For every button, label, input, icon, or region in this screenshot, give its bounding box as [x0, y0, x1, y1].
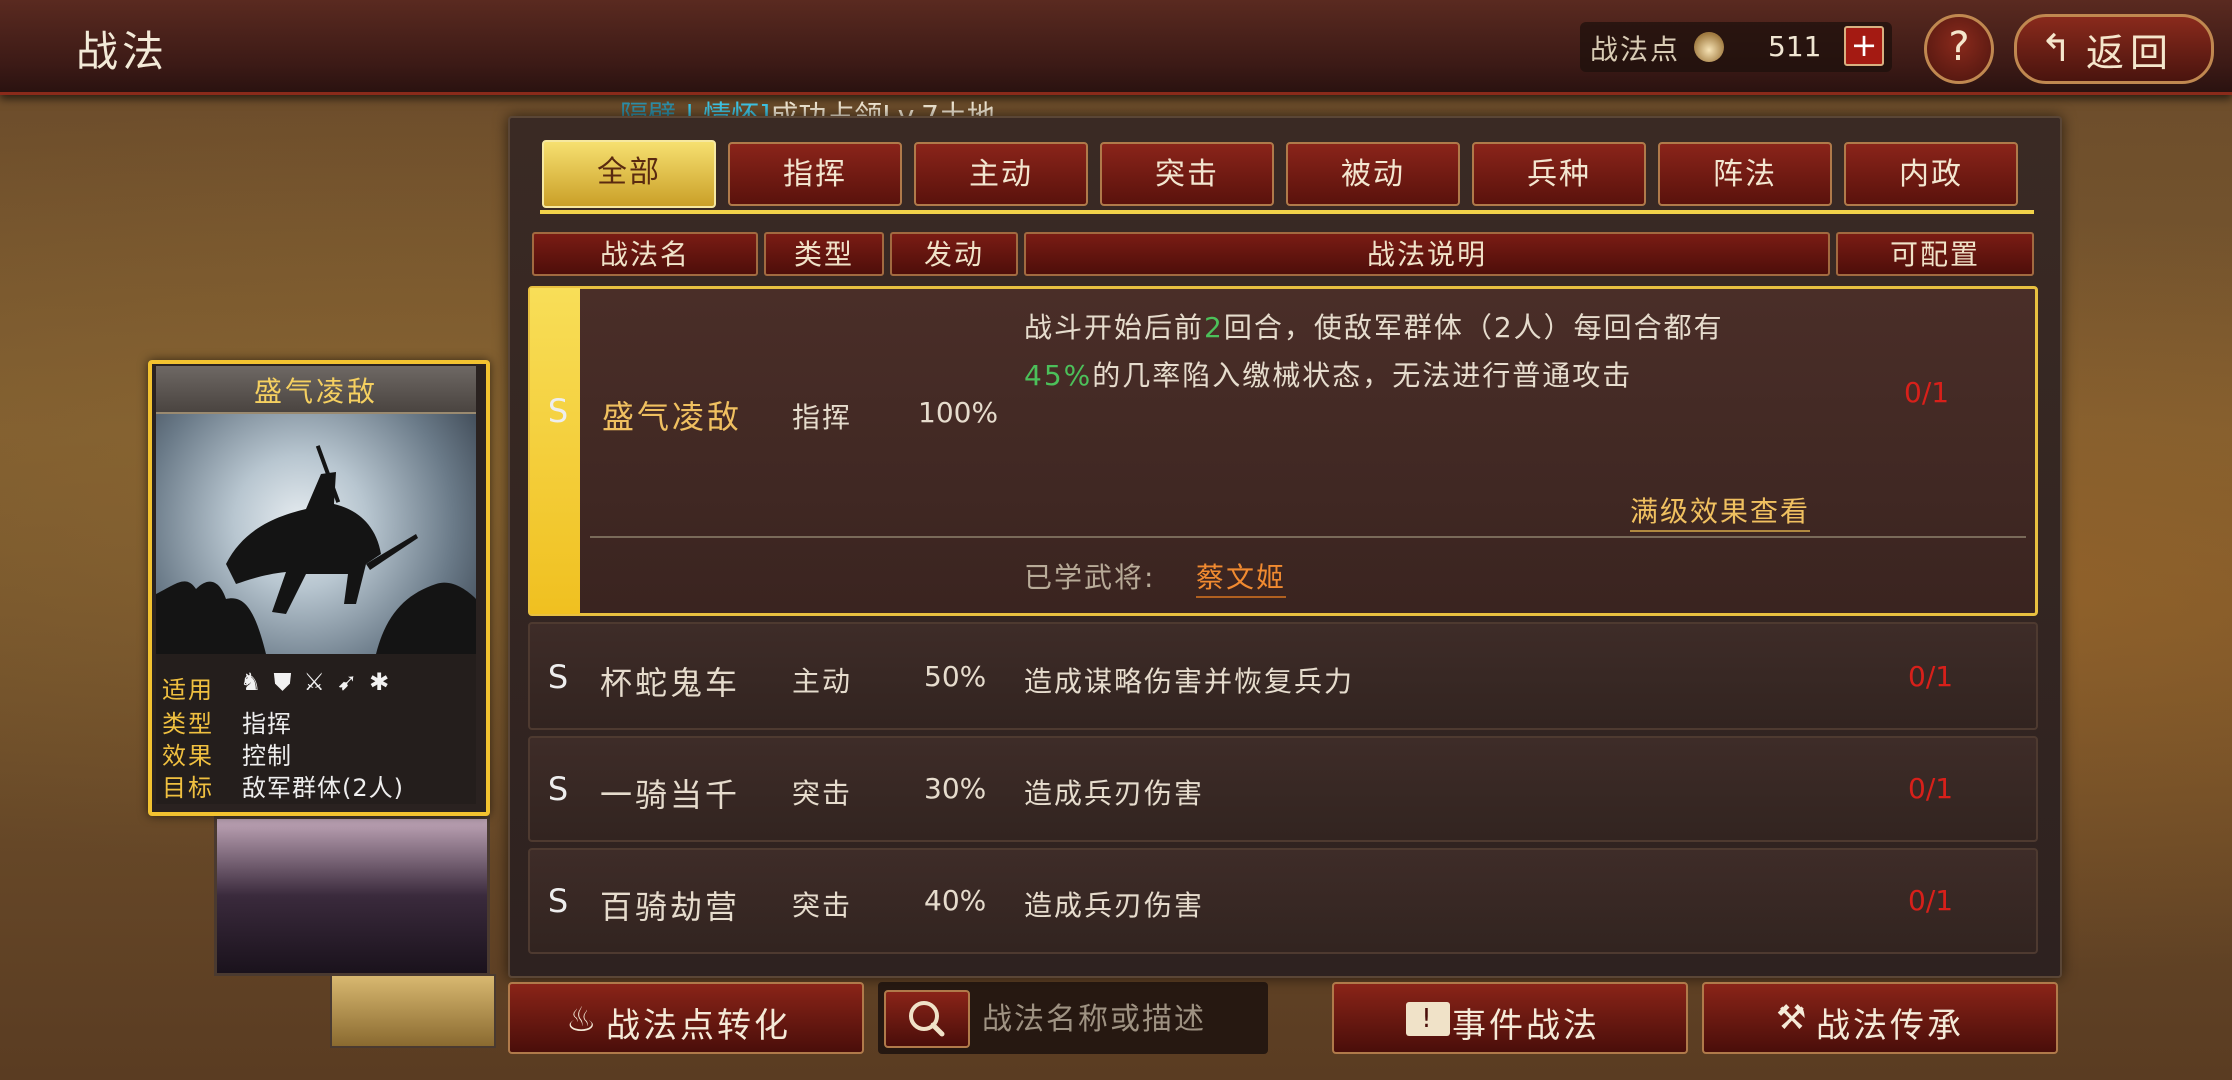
bow-icon: ⚔	[303, 668, 338, 696]
tactic-type: 突击	[792, 777, 853, 810]
tactic-rate: 30%	[924, 772, 987, 805]
tactic-name: 百骑劫营	[600, 888, 741, 926]
card-target-value: 敌军群体(2人)	[242, 774, 404, 802]
column-header-type: 类型	[764, 232, 884, 276]
cavalry-silhouette-image	[156, 445, 476, 654]
tactic-inherit-label: 战法传承	[1816, 1006, 1964, 1046]
back-button-label: 返回	[2086, 31, 2175, 75]
column-header-trigger: 发动	[890, 232, 1018, 276]
card-title: 盛气凌敌	[253, 375, 378, 408]
selection-marker	[530, 288, 580, 614]
help-button[interactable]: ?	[1924, 14, 1994, 84]
tab-troop[interactable]: 兵种	[1472, 142, 1646, 206]
general-portrait-2	[330, 974, 496, 1048]
event-tactics-button[interactable]: ! 事件战法	[1332, 982, 1688, 1054]
general-portrait	[214, 816, 490, 976]
tactic-grade: S	[547, 658, 569, 696]
tactic-grade: S	[547, 882, 569, 920]
tab-assault[interactable]: 突击	[1100, 142, 1274, 206]
card-applies-label: 适用	[162, 676, 214, 704]
cavalry-icon: ♞	[240, 668, 274, 696]
page-title: 战法	[76, 27, 169, 76]
tactic-type: 主动	[792, 665, 853, 698]
tactic-name: 一骑当千	[600, 776, 741, 814]
tab-all[interactable]: 全部	[542, 140, 716, 208]
tab-underline	[540, 210, 2034, 214]
shield-icon: ⛊	[273, 668, 304, 696]
card-target-label: 目标	[162, 774, 214, 802]
tactic-points-label: 战法点	[1590, 33, 1681, 66]
desc-text: 回合，使敌军群体（2人）每回合都有	[1223, 311, 1724, 344]
tactic-grade: S	[547, 770, 569, 808]
tactic-description-line2: 45%的几率陷入缴械状态，无法进行普通攻击	[1024, 354, 1632, 394]
tactic-config-count: 0/1	[1904, 376, 1950, 409]
card-effect-label: 效果	[162, 742, 214, 770]
desc-text: 的几率陷入缴械状态，无法进行普通攻击	[1092, 359, 1633, 392]
scroll-icon: !	[1406, 1002, 1450, 1036]
tactic-description-line1: 战斗开始后前2回合，使敌军群体（2人）每回合都有	[1024, 306, 1724, 346]
tab-formation[interactable]: 阵法	[1658, 142, 1832, 206]
tab-active[interactable]: 主动	[914, 142, 1088, 206]
tactic-type: 指挥	[792, 401, 853, 434]
tactic-config-count: 0/1	[1908, 660, 1954, 693]
tactic-config-count: 0/1	[1908, 772, 1954, 805]
tactic-config-count: 0/1	[1908, 884, 1954, 917]
tactic-type: 突击	[792, 889, 853, 922]
learned-general-link[interactable]: 蔡文姬	[1196, 556, 1287, 598]
tactic-row[interactable]	[528, 848, 2038, 954]
search-button[interactable]	[884, 990, 970, 1048]
card-type-label: 类型	[162, 710, 214, 738]
convert-points-button[interactable]: ♨ 战法点转化	[508, 982, 864, 1054]
tactic-description: 造成兵刃伤害	[1024, 889, 1205, 922]
row-divider	[590, 536, 2026, 538]
tactic-description: 造成兵刃伤害	[1024, 777, 1205, 810]
flame-icon: ♨	[566, 1000, 600, 1040]
card-artwork	[156, 414, 476, 654]
hammer-icon: ⚒	[1776, 998, 1810, 1038]
chariot-icon: ✱	[369, 668, 402, 696]
tab-passive[interactable]: 被动	[1286, 142, 1460, 206]
desc-text: 战斗开始后前	[1024, 311, 1205, 344]
full-effect-link[interactable]: 满级效果查看	[1630, 490, 1811, 532]
search-icon	[909, 1001, 945, 1037]
tactic-description: 造成谋略伤害并恢复兵力	[1024, 665, 1355, 698]
tactic-rate: 50%	[924, 660, 987, 693]
desc-number: 2	[1204, 311, 1224, 344]
column-header-configurable: 可配置	[1836, 232, 2034, 276]
back-arrow-icon: ↰	[2040, 26, 2072, 70]
card-effect-value: 控制	[242, 742, 292, 770]
card-type-value: 指挥	[242, 710, 292, 738]
top-bar	[0, 0, 2232, 95]
add-points-button[interactable]: +	[1844, 26, 1884, 66]
column-header-name: 战法名	[532, 232, 758, 276]
tactic-inherit-button[interactable]: ⚒ 战法传承	[1702, 982, 2058, 1054]
convert-points-label: 战法点转化	[606, 1006, 791, 1046]
event-tactics-label: 事件战法	[1452, 1006, 1600, 1046]
tactic-row[interactable]	[528, 736, 2038, 842]
tab-internal[interactable]: 内政	[1844, 142, 2018, 206]
tactic-points-value: 511	[1768, 30, 1822, 63]
flame-icon	[1694, 32, 1724, 62]
spear-icon: ➹	[337, 668, 370, 696]
tab-command[interactable]: 指挥	[728, 142, 902, 206]
tactic-rate: 40%	[924, 884, 987, 917]
tactic-name: 盛气凌敌	[602, 398, 743, 436]
tactic-rate: 100%	[918, 396, 999, 429]
unit-type-icons: ♞⛊⚔➹✱	[240, 668, 401, 696]
tactic-name: 杯蛇鬼车	[600, 664, 741, 702]
tactic-grade: S	[547, 392, 569, 430]
column-header-description: 战法说明	[1024, 232, 1830, 276]
search-input[interactable]	[980, 990, 1264, 1048]
desc-number: 45%	[1024, 359, 1093, 392]
learned-generals-label: 已学武将:	[1024, 561, 1156, 594]
